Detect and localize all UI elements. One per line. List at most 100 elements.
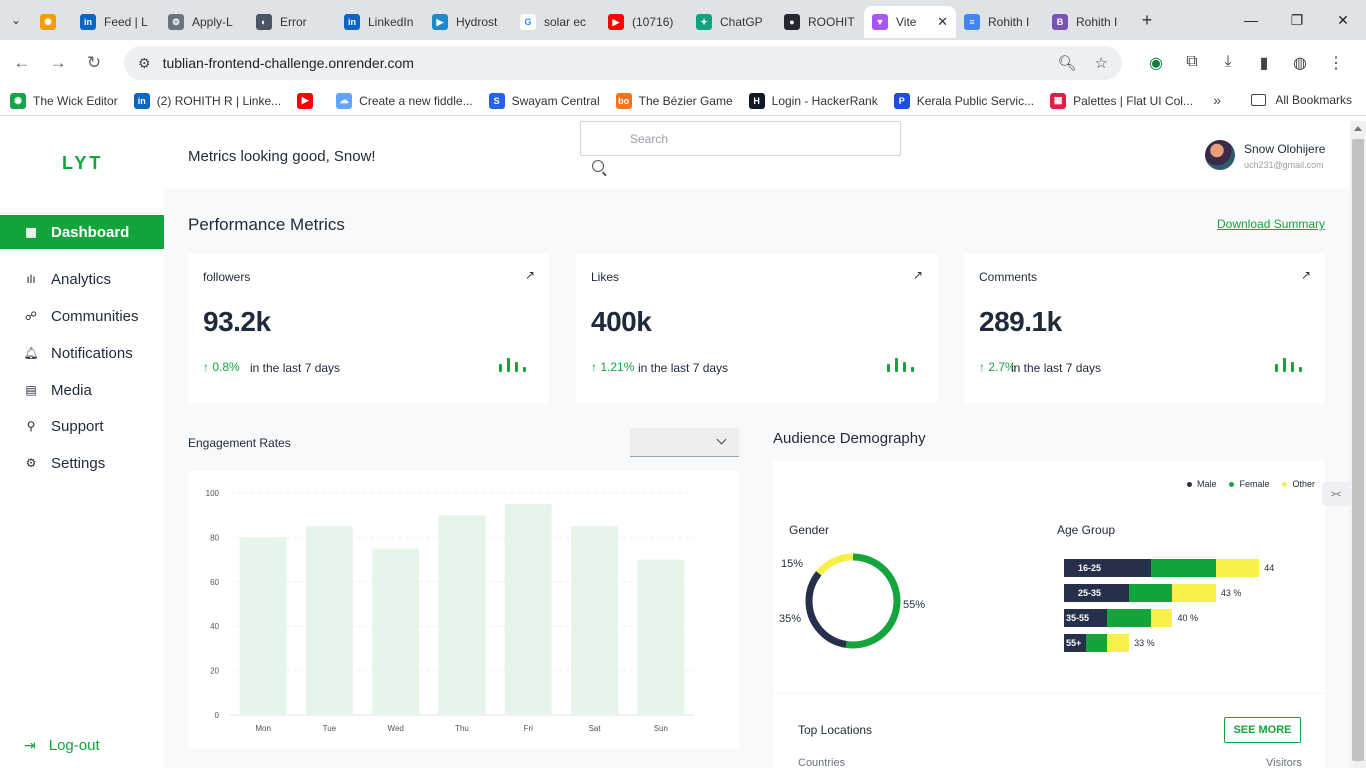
browser-tab[interactable]: ⚙ Apply-L [160,6,248,38]
browser-tab[interactable]: ▶ (10716) [600,6,688,38]
close-tab-icon[interactable]: ✕ [937,14,948,30]
search-icon[interactable] [592,160,604,172]
engagement-chart-card: 0 20 40 60 80 100 Mon Tue Wed Thu Fri Sat Sun [188,471,739,749]
legend-item: Other [1282,479,1315,489]
age-bar-female[interactable] [1129,584,1173,602]
sidebar-item-dashboard[interactable]: ▦ Dashboard [0,215,164,249]
bookmark-item[interactable]: ▶ [297,92,320,109]
browser-tab[interactable]: ✺ [32,6,72,38]
legend-dot-icon [1186,481,1192,487]
age-bar-male[interactable]: 16-25 [1064,559,1151,577]
page-scrollbar[interactable] [1350,121,1366,768]
tab-title: ROOHIT [808,15,855,29]
chart-bar[interactable] [571,526,619,715]
age-bar-other[interactable] [1150,609,1173,627]
age-bar-male[interactable]: 35-55 [1064,609,1108,627]
bookmark-item[interactable]: H Login - HackerRank [748,92,878,109]
new-tab-button[interactable]: + [1132,10,1162,31]
browser-tab[interactable]: Gsolar ec [512,6,600,38]
browser-tab[interactable]: ▼ Vite ✕ [864,6,956,38]
chart-bar[interactable] [372,548,420,716]
bookmark-item[interactable]: P Kerala Public Servic... [893,92,1034,109]
age-bar-female[interactable] [1150,559,1216,577]
back-button[interactable]: ← [4,53,40,73]
age-bar-male[interactable]: 55+ [1064,634,1086,652]
profile-icon[interactable]: ◍ [1282,53,1318,73]
sidebar-item-support[interactable]: ⚲ Support [0,409,164,443]
maximize-icon[interactable]: ❐ [1274,0,1320,40]
see-more-button[interactable]: SEE MORE [1224,717,1301,743]
arrow-up-right-icon[interactable]: ↗ [525,268,535,282]
logo: LYT [62,153,104,173]
bookmark-item[interactable]: bo The Bézier Game [615,92,733,109]
browser-tab[interactable]: in Feed | L [72,6,160,38]
bookmark-item[interactable]: S Swayam Central [488,92,600,109]
sidebar-item-communities[interactable]: ☍ Communities [0,299,164,333]
forward-button[interactable]: → [40,53,76,73]
minimize-icon[interactable]: — [1228,0,1274,40]
close-window-icon[interactable]: ✕ [1320,0,1366,40]
browser-tab[interactable]: ◐ Error [248,6,336,38]
scrollbar-thumb[interactable] [1352,139,1364,761]
tab-search-button[interactable]: ⌄ [0,0,32,40]
age-bar-other[interactable] [1107,634,1130,652]
reload-button[interactable]: ↻ [76,53,112,73]
tab-favicon-icon: ✺ [40,14,56,30]
browser-tab[interactable]: ● ROOHIT [776,6,864,38]
sidebar-item-analytics[interactable]: ılı Analytics [0,262,164,296]
bookmark-item[interactable]: in (2) ROHITH R | Linke... [133,92,281,109]
sidebar-item-settings[interactable]: ⚙ Settings [0,446,164,480]
all-bookmarks-button[interactable]: All Bookmarks [1251,93,1352,107]
side-panel-icon[interactable]: ▮ [1246,53,1282,73]
arrow-up-right-icon[interactable]: ↗ [913,268,923,282]
extensions-icon[interactable]: ⧉ [1174,53,1210,73]
logout-label: Log-out [48,737,100,754]
bookmark-item[interactable]: ☁ Create a new fiddle... [336,92,473,109]
tab-title: Hydrost [456,15,498,29]
menu-icon[interactable]: ⋮ [1318,53,1354,73]
browser-tab[interactable]: ≡ Rohith I [956,6,1044,38]
age-bar-male[interactable]: 25-35 [1064,584,1130,602]
browser-tab[interactable]: ▶ Hydrost [424,6,512,38]
legend-label: Female [1239,479,1270,489]
browser-tab[interactable]: in LinkedIn [336,6,424,38]
metric-period: in the last 7 days [638,361,729,375]
browser-tab-bar: ⌄ ✺ in Feed | L ⚙ Apply-L ◐ Error in LinkedIn ▶ Hy… [0,0,1366,40]
site-info-icon[interactable]: ⚙ [138,55,151,72]
grammarly-icon[interactable]: ◉ [1138,53,1174,73]
download-icon[interactable]: ⤓ [1210,53,1246,73]
logout-button[interactable]: ⇥ Log-out [24,737,100,754]
tab-favicon-icon: ● [784,14,800,30]
y-tick-label: 100 [206,489,220,498]
age-bar-female[interactable] [1085,634,1108,652]
period-select[interactable] [630,428,739,457]
arrow-up-right-icon[interactable]: ↗ [1301,268,1311,282]
browser-tab[interactable]: B Rohith I [1044,6,1132,38]
download-summary-link[interactable]: Download Summary [1217,217,1325,231]
browser-tab[interactable]: ✦ ChatGP [688,6,776,38]
url-text[interactable]: tublian-frontend-challenge.onrender.com [163,55,1040,71]
bookmark-item[interactable]: ◉ The Wick Editor [10,92,118,109]
chart-bar[interactable] [305,526,353,715]
chart-bar[interactable] [239,537,287,715]
zoom-icon[interactable]: 🔍︎ [1058,54,1077,72]
metric-period: in the last 7 days [1011,361,1102,375]
age-bar-other[interactable] [1215,559,1260,577]
avatar[interactable] [1205,140,1235,170]
chart-bar[interactable] [504,504,552,715]
age-group-row: 35-55 40 % [1064,609,1198,627]
bookmark-star-icon[interactable]: ☆ [1095,54,1108,72]
y-tick-label: 60 [210,578,219,587]
more-bookmarks-icon[interactable]: » [1213,92,1221,108]
extension-widget-icon[interactable]: >< [1322,482,1350,506]
scroll-up-icon[interactable] [1354,126,1362,131]
sidebar-item-notifications[interactable]: 🔔︎ Notifications [0,336,164,370]
sidebar-item-media[interactable]: ▤ Media [0,373,164,407]
bookmark-item[interactable]: ▦ Palettes | Flat UI Col... [1050,92,1193,109]
chart-bar[interactable] [637,559,685,715]
omnibox[interactable]: ⚙ tublian-frontend-challenge.onrender.co… [124,46,1122,80]
search-input[interactable] [581,122,900,155]
age-bar-other[interactable] [1172,584,1216,602]
chart-bar[interactable] [438,515,486,715]
age-bar-female[interactable] [1107,609,1151,627]
